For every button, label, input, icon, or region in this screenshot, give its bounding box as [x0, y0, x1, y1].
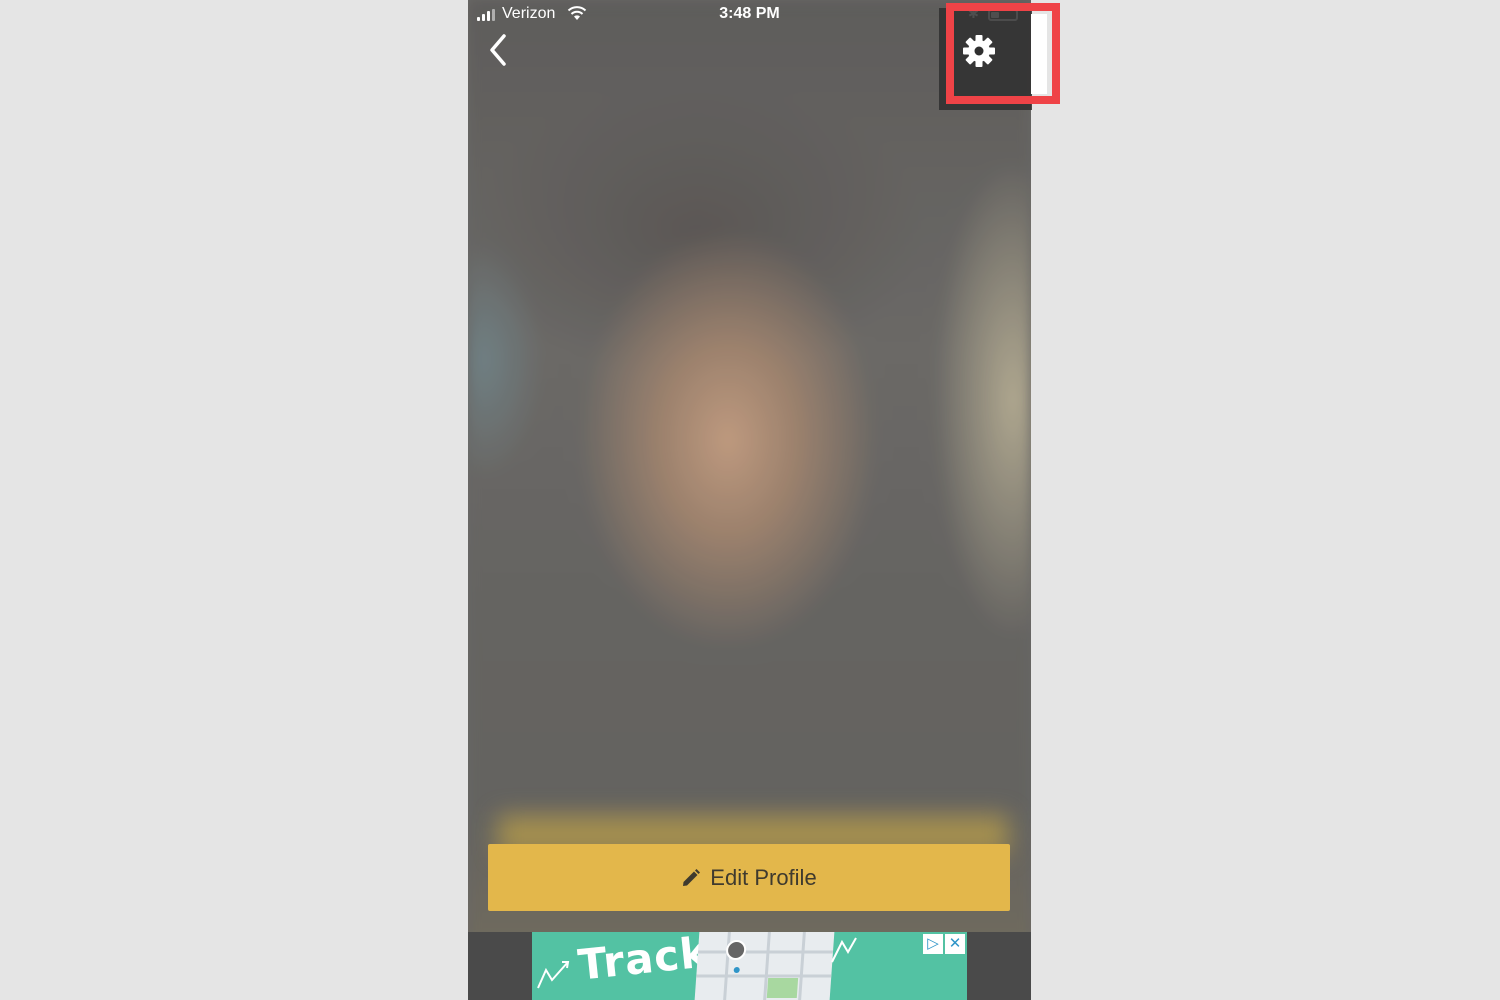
ad-controls: ▷ ✕: [921, 934, 965, 954]
phone-screen: Verizon 3:48 PM ✱ Edit Profile T: [468, 0, 1031, 1000]
close-icon[interactable]: ✕: [945, 934, 965, 954]
settings-highlight-box: [946, 3, 1060, 104]
back-button[interactable]: [480, 30, 520, 70]
ad-banner-area: Track ▷ ✕: [468, 932, 1031, 1000]
ad-headline: Track: [575, 932, 712, 990]
pencil-icon: [683, 868, 701, 886]
edit-profile-label: Edit Profile: [710, 864, 817, 890]
chevron-left-icon: [490, 34, 506, 66]
ad-banner[interactable]: Track ▷ ✕: [532, 932, 967, 1000]
ad-map-image: [694, 932, 835, 1000]
edit-profile-button[interactable]: Edit Profile: [488, 844, 1010, 911]
adchoices-icon[interactable]: ▷: [923, 934, 943, 954]
arrow-doodle-icon: [537, 961, 570, 989]
tree-doodle-icon: [831, 937, 857, 963]
